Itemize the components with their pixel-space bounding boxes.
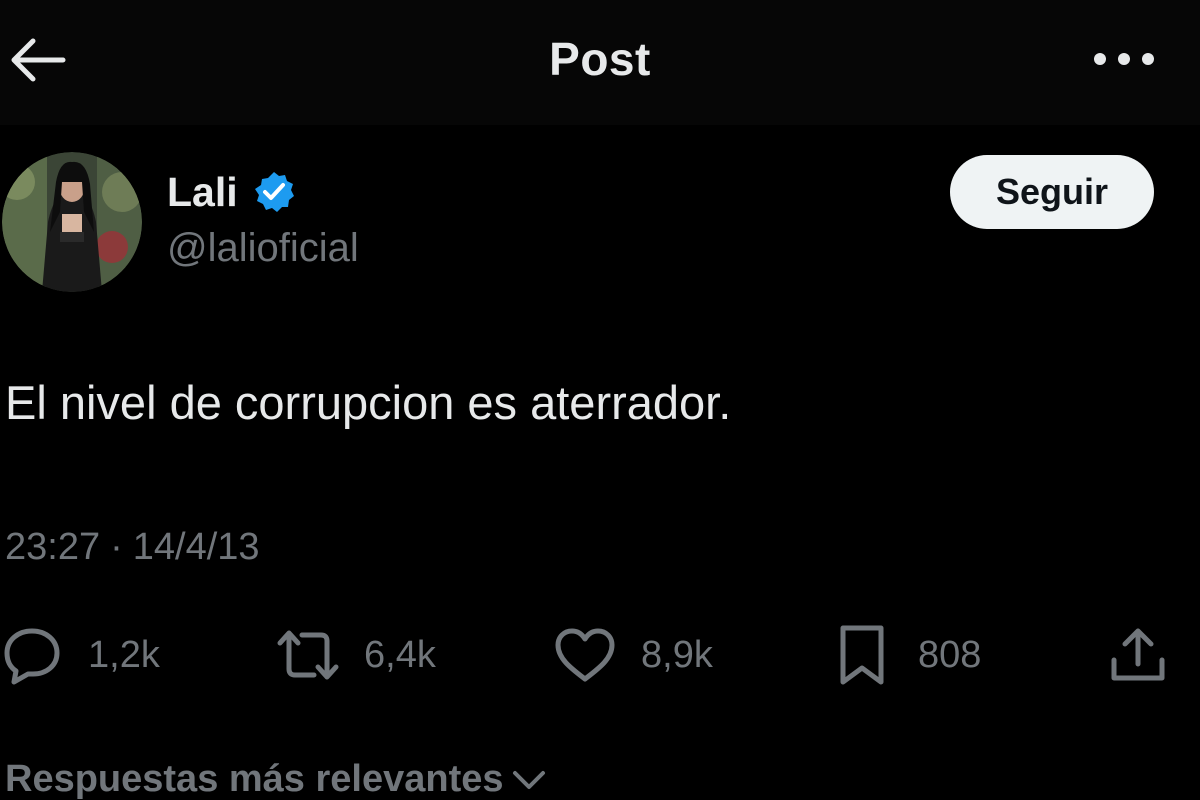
share-button[interactable] xyxy=(1106,620,1170,690)
tweet-text: El nivel de corrupcion es aterrador. xyxy=(5,376,732,429)
more-horizontal-icon xyxy=(1092,51,1156,72)
post-date: 14/4/13 xyxy=(132,526,260,568)
reply-count: 1,2k xyxy=(88,633,160,676)
verified-badge-icon xyxy=(252,170,296,214)
speech-bubble-icon xyxy=(0,623,64,687)
repost-arrows-icon xyxy=(276,623,340,687)
avatar[interactable] xyxy=(2,152,142,292)
chevron-down-icon xyxy=(512,769,546,791)
author-name[interactable]: Lali xyxy=(167,169,238,216)
heart-icon xyxy=(553,623,617,687)
more-options-button[interactable] xyxy=(1084,36,1164,86)
timestamp-separator: · xyxy=(110,526,123,568)
post-screen: Post Lali @lalioficial Seguir El nivel d… xyxy=(0,0,1200,800)
author-handle[interactable]: @lalioficial xyxy=(167,226,359,271)
post-time: 23:27 xyxy=(5,526,101,568)
bookmark-icon xyxy=(830,623,894,687)
action-bar: 1,2k 6,4k 8,9k 808 xyxy=(0,620,1200,690)
bookmark-button[interactable]: 808 xyxy=(830,620,981,690)
like-count: 8,9k xyxy=(641,633,713,676)
reply-button[interactable]: 1,2k xyxy=(0,620,160,690)
share-upload-icon xyxy=(1106,623,1170,687)
post-timestamp: 23:27 · 14/4/13 xyxy=(5,526,260,569)
author-name-row[interactable]: Lali xyxy=(167,167,296,217)
bookmark-count: 808 xyxy=(918,633,982,676)
repost-count: 6,4k xyxy=(364,633,436,676)
top-bar: Post xyxy=(0,0,1200,125)
replies-sort-selector[interactable]: Respuestas más relevantes xyxy=(5,758,546,800)
replies-sort-label: Respuestas más relevantes xyxy=(5,758,504,800)
like-button[interactable]: 8,9k xyxy=(553,620,713,690)
page-title: Post xyxy=(549,33,651,85)
repost-button[interactable]: 6,4k xyxy=(276,620,436,690)
follow-button[interactable]: Seguir xyxy=(950,155,1154,229)
